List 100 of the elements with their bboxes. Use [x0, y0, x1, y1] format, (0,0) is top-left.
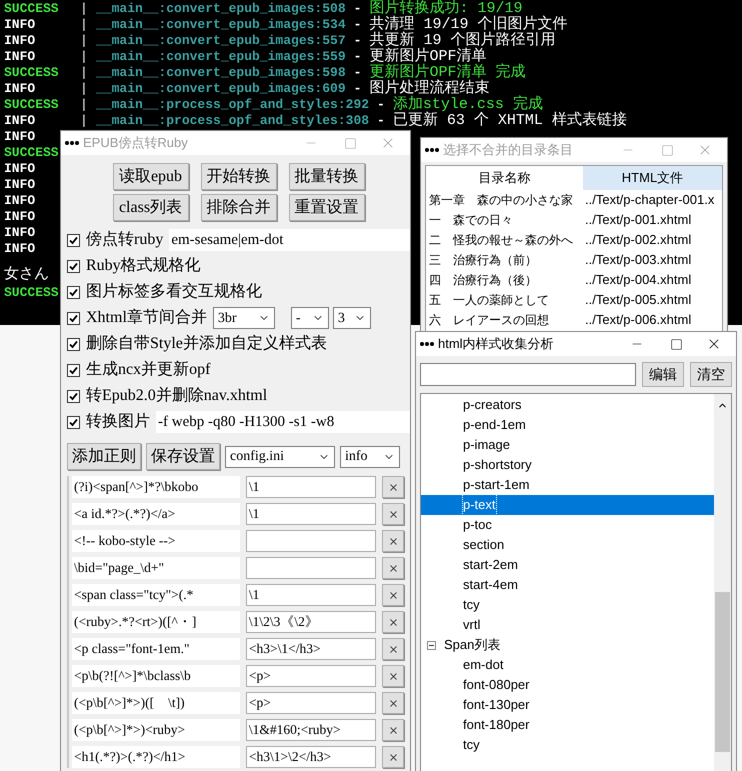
replacement-input[interactable]: <h3\1>\2</h3> [246, 746, 376, 768]
checkbox[interactable] [67, 312, 80, 324]
tree-item[interactable]: p-end-1em [421, 415, 714, 435]
dropdown[interactable]: info [340, 446, 400, 468]
dropdown[interactable]: 3br [212, 307, 275, 329]
tree-item[interactable]: p-start-1em [421, 475, 714, 495]
replacement-input[interactable]: \1 [246, 476, 376, 498]
tree-item[interactable]: p-creators [421, 395, 714, 415]
replacement-input[interactable] [246, 557, 376, 579]
tree-item[interactable]: p-text [421, 495, 714, 515]
menu-dots-icon[interactable] [425, 147, 439, 153]
pattern-input[interactable]: <!-- kobo-style --> [72, 530, 240, 552]
replacement-input[interactable]: <p> [246, 692, 376, 714]
toolbar-button[interactable]: 排除合并 [200, 194, 276, 221]
tree-item[interactable]: tcy [421, 735, 714, 755]
pattern-input[interactable]: <a id.*?>(.*?)</a> [72, 503, 240, 525]
checkbox[interactable] [67, 338, 80, 350]
maximize-icon[interactable] [670, 338, 683, 350]
tree-item[interactable]: font-180per [421, 715, 714, 735]
toolbar-button[interactable]: 批量转换 [288, 163, 364, 190]
tree-item[interactable]: p-image [421, 435, 714, 455]
checkbox[interactable] [67, 364, 80, 376]
toolbar-button[interactable]: class列表 [112, 194, 188, 221]
delete-button[interactable] [382, 476, 404, 498]
checkbox[interactable] [67, 260, 80, 272]
log-level: INFO [4, 32, 36, 50]
log-dash: - [377, 96, 385, 114]
tree-item[interactable]: p-toc [421, 515, 714, 535]
pattern-input[interactable]: <p class="font-1em." [72, 638, 240, 660]
tree-item[interactable]: font-080per [421, 675, 714, 695]
checkbox[interactable] [67, 234, 80, 246]
tree-item[interactable]: start-4em [421, 575, 714, 595]
replacement-input[interactable]: <p> [246, 665, 376, 687]
checkbox[interactable] [67, 286, 80, 298]
action-button[interactable]: 编辑 [642, 362, 684, 387]
log-level: SUCCESS [4, 96, 60, 114]
delete-button[interactable] [382, 692, 404, 714]
pattern-input[interactable]: (<p\b[^>]*>)([ \t]) [72, 692, 240, 714]
pattern-input[interactable]: \bid="page_\d+" [72, 557, 240, 579]
table-cell-text: 六 レイアースの回想 [428, 312, 550, 329]
scrollbar-thumb[interactable] [715, 592, 730, 752]
tree-item[interactable]: vrtl [421, 615, 714, 635]
replacement-input[interactable] [246, 530, 376, 552]
close-icon [388, 590, 399, 600]
delete-button[interactable] [382, 638, 404, 660]
delete-button[interactable] [382, 665, 404, 687]
delete-button[interactable] [382, 611, 404, 633]
collapse-icon[interactable] [427, 640, 436, 650]
checkbox[interactable] [67, 390, 80, 402]
option-label: 生成ncx并更新opf [86, 360, 210, 380]
log-message: 添加style.css 完成 [392, 94, 543, 113]
pattern-input[interactable]: (<ruby>.*?<rt>)([^・] [72, 611, 240, 633]
toolbar-button[interactable]: 重置设置 [288, 194, 364, 221]
toolbar-button[interactable]: 读取epub [112, 163, 188, 190]
tree-item[interactable]: start-2em [421, 555, 714, 575]
option-input[interactable]: em-sesame|em-dot [169, 229, 410, 251]
column-header[interactable]: HTML文件 [583, 166, 722, 190]
dropdown[interactable]: 3 [332, 307, 371, 329]
toolbar-button[interactable]: 开始转换 [200, 163, 276, 190]
tree-item[interactable]: tcy [421, 595, 714, 615]
pattern-input[interactable]: <h1(.*?)>(.*?)</h1> [72, 746, 240, 768]
log-separator: | [80, 32, 89, 50]
close-icon [388, 644, 399, 654]
replacement-input[interactable]: \1 [246, 503, 376, 525]
replacement-input[interactable]: \1\2\3《\2》 [246, 611, 376, 633]
toolbar-button[interactable]: 添加正则 [67, 443, 141, 470]
pattern-input[interactable]: <p\b(?![^>]*\bclass\b [72, 665, 240, 687]
option-label: 删除自带Style并添加自定义样式表 [86, 334, 327, 354]
replacement-input[interactable]: \1&#160;<ruby> [246, 719, 376, 741]
delete-button[interactable] [382, 584, 404, 606]
pattern-input[interactable]: (<p\b[^>]*>)<ruby> [72, 719, 240, 741]
tree-item[interactable]: font-130per [421, 695, 714, 715]
action-button[interactable]: 清空 [690, 362, 732, 387]
log-level: INFO [4, 16, 36, 34]
tree-item[interactable]: em-dot [421, 655, 714, 675]
tree-item[interactable]: p-shortstory [421, 455, 714, 475]
pattern-input[interactable]: (?i)<span[^>]*?\bkobo [72, 476, 240, 498]
tree-item[interactable]: section [421, 535, 714, 555]
option-input[interactable]: -f webp -q80 -H1300 -s1 -w8 [156, 411, 410, 433]
option-label: 图片标签多看交互规格化 [86, 282, 262, 302]
checkbox[interactable] [67, 416, 80, 428]
replacement-input[interactable]: <h3>\1</h3> [246, 638, 376, 660]
replacement-input[interactable]: \1 [246, 584, 376, 606]
delete-button[interactable] [382, 557, 404, 579]
pattern-input[interactable]: <span class="tcy">(.* [72, 584, 240, 606]
delete-button[interactable] [382, 530, 404, 552]
scrollbar[interactable] [714, 394, 731, 771]
dropdown[interactable]: - [290, 307, 329, 329]
toolbar-button[interactable]: 保存设置 [146, 443, 220, 470]
search-field[interactable] [420, 363, 636, 386]
table-cell-text: ../Text/p-chapter-001.x [584, 191, 714, 210]
menu-dots-icon[interactable] [420, 341, 434, 347]
tree-item[interactable]: Span列表 [421, 635, 714, 655]
log-message: 已更新 63 个 XHTML 样式表链接 [392, 112, 627, 131]
delete-button[interactable] [382, 719, 404, 741]
menu-dots-icon[interactable] [65, 140, 79, 146]
log-level: INFO [4, 128, 36, 146]
delete-button[interactable] [382, 503, 404, 525]
delete-button[interactable] [382, 746, 404, 768]
dropdown[interactable]: config.ini [225, 446, 335, 468]
